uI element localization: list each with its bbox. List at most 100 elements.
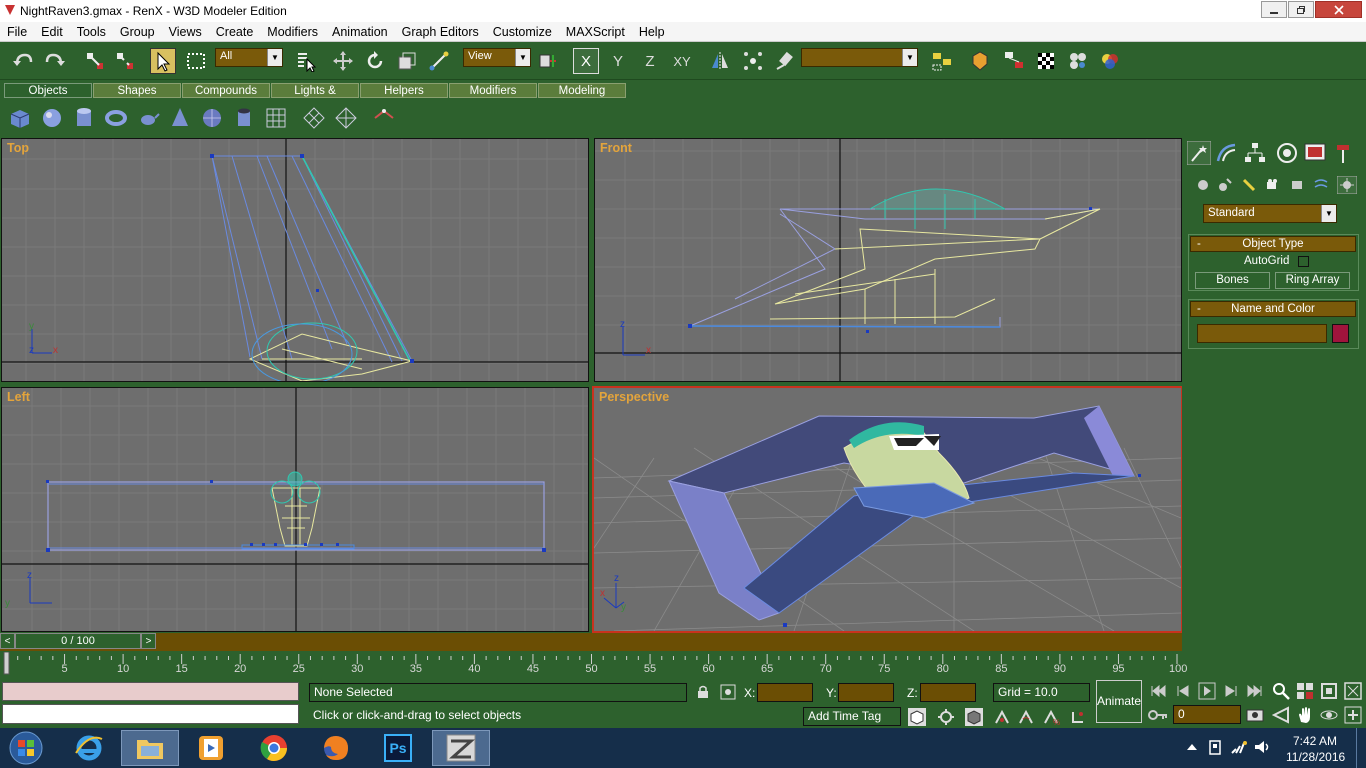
- go-to-end-icon[interactable]: [1246, 684, 1264, 698]
- teapot-icon[interactable]: [136, 106, 160, 130]
- box-icon[interactable]: [8, 106, 32, 130]
- field-of-view-icon[interactable]: [1272, 706, 1290, 724]
- lights-icon[interactable]: [1241, 177, 1257, 193]
- patch-grid-icon[interactable]: [302, 106, 326, 130]
- taskbar-media-player[interactable]: [182, 730, 240, 766]
- reference-coordinate-dropdown[interactable]: View ▼: [463, 48, 531, 67]
- tri-patch-icon[interactable]: [334, 106, 358, 130]
- region-select-button[interactable]: [183, 48, 209, 74]
- menu-create[interactable]: Create: [209, 25, 261, 39]
- viewport-label-top[interactable]: Top: [7, 141, 29, 155]
- close-button[interactable]: [1315, 1, 1362, 18]
- geometry-icon[interactable]: [1195, 177, 1211, 193]
- select-object-button[interactable]: [150, 48, 176, 74]
- name-color-header[interactable]: - Name and Color: [1190, 301, 1356, 317]
- autogrid-checkbox[interactable]: [1298, 256, 1309, 267]
- render-scene-button[interactable]: [1033, 48, 1059, 74]
- zoom-extents-all-icon[interactable]: [1344, 682, 1362, 700]
- viewport-label-perspective[interactable]: Perspective: [599, 390, 669, 404]
- play-icon[interactable]: [1198, 682, 1216, 700]
- degradation-override-icon[interactable]: [908, 708, 926, 726]
- taskbar-chrome[interactable]: [245, 730, 303, 766]
- go-to-start-icon[interactable]: [1149, 684, 1167, 698]
- tab-modeling[interactable]: Modeling: [538, 83, 626, 98]
- viewport-label-front[interactable]: Front: [600, 141, 632, 155]
- create-tab-wand-icon[interactable]: [1187, 141, 1211, 165]
- torus-icon[interactable]: [104, 106, 128, 130]
- hierarchy-tab-icon[interactable]: [1243, 141, 1267, 165]
- angle-snap-icon[interactable]: [1017, 708, 1035, 726]
- interactive-render-icon[interactable]: [937, 708, 955, 726]
- time-slider-prev-button[interactable]: <: [0, 633, 15, 649]
- named-selection-dropdown[interactable]: ▼: [801, 48, 918, 67]
- select-and-scale-button[interactable]: [394, 48, 420, 74]
- pan-hand-icon[interactable]: [1296, 706, 1314, 724]
- motion-tab-icon[interactable]: [1275, 141, 1299, 165]
- cameras-icon[interactable]: [1265, 177, 1281, 193]
- tab-objects[interactable]: Objects: [4, 83, 92, 98]
- taskbar-file-explorer[interactable]: [121, 730, 179, 766]
- object-color-swatch[interactable]: [1332, 324, 1349, 343]
- zoom-all-icon[interactable]: [1296, 682, 1314, 700]
- select-and-manipulate-button[interactable]: [426, 48, 452, 74]
- show-hidden-icons-arrow[interactable]: [1186, 742, 1198, 752]
- bones-button[interactable]: Bones: [1195, 272, 1270, 289]
- geosphere-icon[interactable]: [200, 106, 224, 130]
- cube-snap-icon[interactable]: [965, 708, 983, 726]
- plane-grid-icon[interactable]: [264, 106, 288, 130]
- taskbar-photoshop[interactable]: Ps: [369, 730, 427, 766]
- zoom-extents-icon[interactable]: [1320, 682, 1338, 700]
- menu-views[interactable]: Views: [162, 25, 209, 39]
- device-icon[interactable]: [1208, 739, 1222, 755]
- lock-icon[interactable]: [696, 685, 710, 699]
- minimize-button[interactable]: [1261, 1, 1287, 18]
- display-tab-icon[interactable]: [1303, 141, 1327, 165]
- menu-group[interactable]: Group: [113, 25, 162, 39]
- redo-button[interactable]: [42, 48, 68, 74]
- menu-file[interactable]: File: [0, 25, 34, 39]
- time-slider-next-button[interactable]: >: [141, 633, 156, 649]
- cylinder-icon[interactable]: [72, 106, 96, 130]
- y-coordinate-field[interactable]: [838, 683, 894, 702]
- select-by-name-button[interactable]: [293, 48, 319, 74]
- restrict-plane-button[interactable]: XY: [669, 48, 695, 74]
- array-button[interactable]: [740, 48, 766, 74]
- show-desktop-button[interactable]: [1356, 728, 1366, 768]
- animate-button[interactable]: Animate: [1096, 680, 1142, 723]
- restore-button[interactable]: [1288, 1, 1314, 18]
- volume-icon[interactable]: [1253, 739, 1271, 755]
- zoom-icon[interactable]: [1272, 682, 1290, 700]
- menu-edit[interactable]: Edit: [34, 25, 70, 39]
- layers-button[interactable]: [929, 48, 955, 74]
- tab-helpers[interactable]: Helpers: [360, 83, 448, 98]
- network-status-icon[interactable]: [1230, 739, 1248, 755]
- selection-filter-dropdown[interactable]: All ▼: [215, 48, 283, 67]
- taskbar-internet-explorer[interactable]: [60, 730, 118, 766]
- tab-shapes[interactable]: Shapes: [93, 83, 181, 98]
- next-frame-icon[interactable]: [1222, 684, 1240, 698]
- menu-tools[interactable]: Tools: [70, 25, 113, 39]
- ring-array-button[interactable]: Ring Array: [1275, 272, 1350, 289]
- unlink-button[interactable]: [112, 48, 138, 74]
- timeline-ruler[interactable]: 5 10 15 20 25 30 35 40 45 50 55 60 65 70 75 80 85 90 95 100: [0, 652, 1187, 676]
- restrict-y-button[interactable]: Y: [605, 48, 631, 74]
- viewport-top[interactable]: Top y z x: [1, 138, 589, 382]
- z-coordinate-field[interactable]: [920, 683, 976, 702]
- mirror-button[interactable]: [707, 48, 733, 74]
- tab-lights-cameras[interactable]: Lights & Cameras: [271, 83, 359, 112]
- restrict-x-button[interactable]: X: [573, 48, 599, 74]
- current-frame-field[interactable]: 0: [1173, 705, 1241, 724]
- time-slider[interactable]: 0 / 100: [15, 633, 141, 649]
- bones-icon[interactable]: [372, 106, 396, 130]
- start-button[interactable]: [4, 730, 48, 766]
- category-dropdown[interactable]: Standard ▼: [1203, 204, 1337, 223]
- pivot-center-button[interactable]: [535, 48, 561, 74]
- viewport-label-left[interactable]: Left: [7, 390, 30, 404]
- previous-frame-icon[interactable]: [1174, 684, 1192, 698]
- material-editor-button[interactable]: [967, 48, 993, 74]
- modify-tab-icon[interactable]: [1215, 141, 1239, 165]
- menu-help[interactable]: Help: [632, 25, 672, 39]
- select-and-rotate-button[interactable]: [362, 48, 388, 74]
- absolute-mode-icon[interactable]: [720, 684, 736, 700]
- select-and-link-button[interactable]: [82, 48, 108, 74]
